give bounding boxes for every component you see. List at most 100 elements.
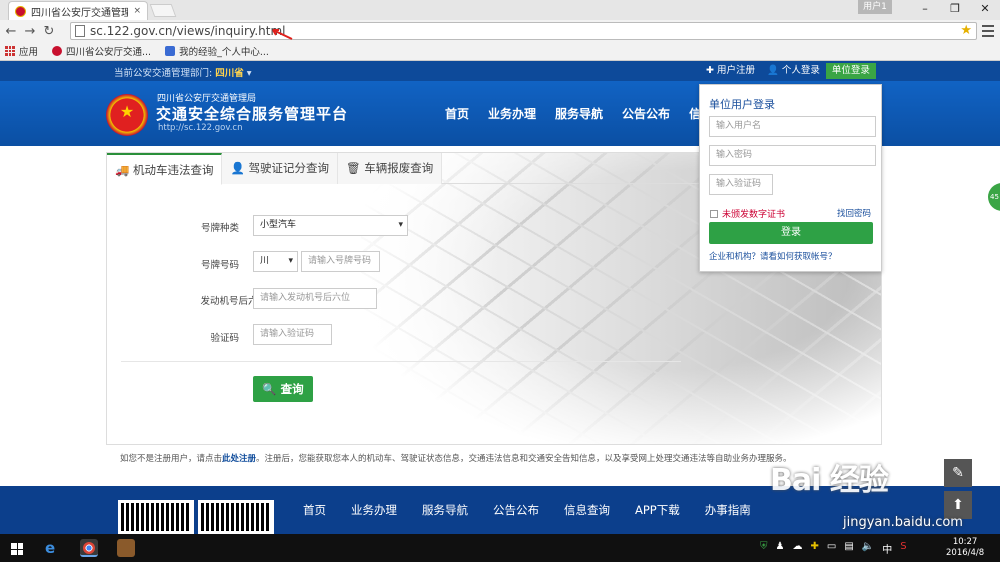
apps-grid-icon xyxy=(5,46,15,56)
taskbar-clock[interactable]: 10:27 2016/4/8 xyxy=(946,537,984,559)
police-emblem-icon xyxy=(106,94,148,136)
display-icon[interactable]: ▭ xyxy=(827,541,836,556)
baidu-paw-icon xyxy=(165,46,176,56)
chrome-taskbar-icon[interactable] xyxy=(80,539,98,557)
engine-label: 发动机号后六位 xyxy=(200,296,267,307)
search-icon: 🔍 xyxy=(262,382,277,396)
bookmark-star-icon[interactable]: ★ xyxy=(960,23,972,38)
reload-icon[interactable]: ↻ xyxy=(41,24,57,39)
province-select[interactable]: 川 xyxy=(253,251,298,272)
tab-close-icon[interactable]: × xyxy=(133,6,141,16)
login-title: 单位用户登录 xyxy=(709,98,775,111)
footer-nav-item[interactable]: 服务导航 xyxy=(422,502,468,518)
address-bar[interactable]: sc.122.gov.cn/views/inquiry.html ★ xyxy=(70,22,977,40)
page-icon xyxy=(75,25,85,37)
input-method-icon[interactable]: S xyxy=(900,541,906,556)
plate-no-input[interactable]: 请输入号牌号码 xyxy=(301,251,380,272)
minimize-icon[interactable]: – xyxy=(910,0,940,18)
ime-indicator[interactable]: 中 xyxy=(882,541,892,556)
edit-icon[interactable]: ✎ xyxy=(944,459,972,487)
captcha-input[interactable]: 请输入验证码 xyxy=(253,324,332,345)
account-help-link[interactable]: 企业和机构？请看如何获取帐号？ xyxy=(709,250,837,262)
captcha-label: 验证码 xyxy=(210,333,239,344)
login-captcha-input[interactable]: 输入验证码 xyxy=(709,174,773,195)
edge-icon[interactable]: e xyxy=(45,539,63,557)
note-suffix: 。注册后，您能获取您本人的机动车、驾驶证状态信息，交通违法信息和交通安全告知信息… xyxy=(256,454,792,464)
register-note: 如您不是注册用户，请点击此处注册。注册后，您能获取您本人的机动车、驾驶证状态信息… xyxy=(120,452,792,464)
new-tab-button[interactable] xyxy=(149,4,177,17)
red-arrow-annotation xyxy=(272,29,293,40)
register-link[interactable]: ✚ 用户注册 xyxy=(700,63,761,79)
engine-input[interactable]: 请输入发动机号后六位 xyxy=(253,288,377,309)
plate-no-label: 号牌号码 xyxy=(200,260,239,271)
browser-tab[interactable]: 四川省公安厅交通管理局 × xyxy=(8,1,148,20)
bookmark-apps[interactable]: 应用 xyxy=(5,44,38,58)
unit-login-link[interactable]: 单位登录 xyxy=(825,63,876,79)
password-input[interactable]: 输入密码 xyxy=(709,145,876,166)
browser-tabbar: 四川省公安厅交通管理局 × 用户1 – ❐ ✕ xyxy=(0,0,1000,20)
bookmarks-bar: 应用 四川省公安厅交通... 我的经验_个人中心... xyxy=(0,42,1000,61)
windows-start-icon[interactable] xyxy=(11,543,23,555)
footer-nav: 首页 业务办理 服务导航 公告公布 信息查询 APP下载 办事指南 xyxy=(303,502,776,518)
chrome-menu-icon[interactable] xyxy=(982,24,994,38)
baidu-watermark: Bai 经验 xyxy=(770,463,889,498)
back-icon[interactable]: ← xyxy=(3,24,19,39)
footer-nav-item[interactable]: 首页 xyxy=(303,502,326,518)
unit-login-panel: 单位用户登录 输入用户名 输入密码 输入验证码 未颁发数字证书 找回密码 登录 … xyxy=(699,84,882,272)
footer-nav-item[interactable]: 公告公布 xyxy=(493,502,539,518)
photo-app-icon[interactable] xyxy=(117,539,135,557)
site-url: http://sc.122.gov.cn xyxy=(158,123,243,133)
query-button-label: 查询 xyxy=(280,382,304,396)
footer-nav-item[interactable]: 业务办理 xyxy=(351,502,397,518)
side-float-tab[interactable]: 45 xyxy=(988,183,1000,211)
restore-icon[interactable]: ❐ xyxy=(940,0,970,18)
clock-date: 2016/4/8 xyxy=(946,548,985,558)
find-password-link[interactable]: 找回密码 xyxy=(837,207,871,219)
close-window-icon[interactable]: ✕ xyxy=(970,0,1000,18)
clock-time: 10:27 xyxy=(952,537,978,547)
username-input[interactable]: 输入用户名 xyxy=(709,116,876,137)
qr-code-icon xyxy=(118,500,194,534)
dept-label: 当前公安交通管理部门: xyxy=(114,68,213,79)
footer-nav-item[interactable]: APP下载 xyxy=(635,502,680,518)
tab-vehicle-scrap[interactable]: 🗑 车辆报废查询 xyxy=(337,153,443,184)
cert-checkbox[interactable]: 未颁发数字证书 xyxy=(710,207,785,220)
nav-service[interactable]: 服务导航 xyxy=(555,105,603,122)
footer-nav-item[interactable]: 信息查询 xyxy=(564,502,610,518)
personal-login-link[interactable]: 👤 个人登录 xyxy=(761,63,826,79)
checkbox-icon xyxy=(710,209,718,218)
bookmark-label: 四川省公安厅交通... xyxy=(66,47,152,58)
forward-icon[interactable]: → xyxy=(22,24,38,39)
nav-notice[interactable]: 公告公布 xyxy=(622,105,670,122)
main-nav: 首页 业务办理 服务导航 公告公布 信 xyxy=(445,105,720,122)
plate-type-select[interactable]: 小型汽车 xyxy=(253,215,408,236)
query-button[interactable]: 🔍 查询 xyxy=(253,376,313,402)
tab-license-points[interactable]: 👤 驾驶证记分查询 xyxy=(222,153,338,184)
dept-value: 四川省 xyxy=(215,68,244,79)
emblem-icon xyxy=(52,46,63,56)
register-here-link[interactable]: 此处注册 xyxy=(222,454,256,464)
department-selector[interactable]: 当前公安交通管理部门: 四川省 ▾ xyxy=(114,65,252,79)
tray-app-icon[interactable]: ♟ xyxy=(776,541,785,556)
bookmark-label: 我的经验_个人中心... xyxy=(179,47,269,58)
platform-title: 交通安全综合服务管理平台 xyxy=(156,105,349,123)
caret-down-icon: ▾ xyxy=(246,68,252,79)
volume-icon[interactable]: 🔈 xyxy=(862,541,874,556)
login-button[interactable]: 登录 xyxy=(709,222,873,244)
network-icon[interactable]: ▤ xyxy=(844,541,853,556)
tray-plus-icon[interactable]: ✚ xyxy=(810,541,818,556)
plate-type-label: 号牌种类 xyxy=(200,223,239,234)
footer-nav-item[interactable]: 办事指南 xyxy=(705,502,751,518)
nav-home[interactable]: 首页 xyxy=(445,105,469,122)
nav-business[interactable]: 业务办理 xyxy=(488,105,536,122)
profile-badge[interactable]: 用户1 xyxy=(858,0,892,14)
cert-label: 未颁发数字证书 xyxy=(722,210,786,220)
bookmark-baidu[interactable]: 我的经验_个人中心... xyxy=(165,44,269,58)
account-links: ✚ 用户注册 👤 个人登录 单位登录 xyxy=(700,63,876,79)
site-top-strip: 当前公安交通管理部门: 四川省 ▾ ✚ 用户注册 👤 个人登录 单位登录 xyxy=(0,61,1000,81)
bookmark-police[interactable]: 四川省公安厅交通... xyxy=(52,44,151,58)
shield-icon[interactable]: ⛨ xyxy=(760,541,768,556)
cloud-icon[interactable]: ☁ xyxy=(792,541,802,556)
tab-vehicle-violation[interactable]: 🚚 机动车违法查询 xyxy=(107,153,223,185)
site-favicon-icon xyxy=(15,5,26,17)
